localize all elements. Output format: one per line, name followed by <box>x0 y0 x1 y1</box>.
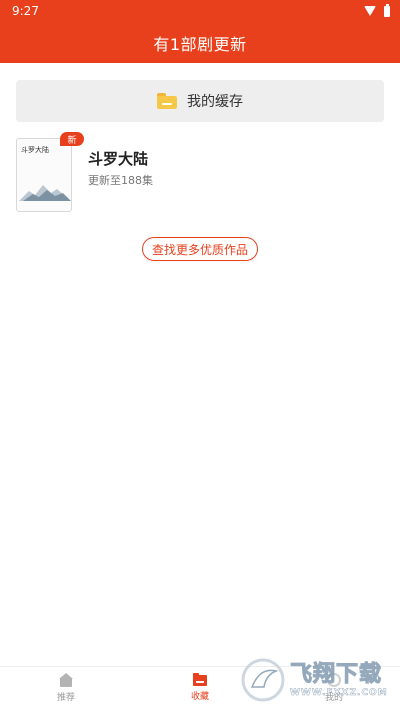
drama-update-status: 更新至188集 <box>88 174 153 187</box>
battery-icon <box>384 3 390 17</box>
new-badge: 新 <box>60 132 84 146</box>
my-cache-label: 我的缓存 <box>187 94 243 110</box>
mountain-landscape-icon <box>19 185 71 201</box>
watermark-text: 飞翔下载 WWW.FXXZ.COM <box>290 662 388 699</box>
home-icon <box>59 673 73 687</box>
wifi-icon <box>364 6 376 16</box>
status-icons <box>364 3 390 17</box>
site-watermark: 飞翔下载 WWW.FXXZ.COM <box>240 652 390 708</box>
nav-item-favorites[interactable]: 收藏 <box>160 673 240 711</box>
drama-title[interactable]: 斗罗大陆 <box>88 148 148 169</box>
find-more-button[interactable]: 查找更多优质作品 <box>142 237 258 261</box>
app-header: 9:27 有1部剧更新 <box>0 0 400 63</box>
nav-label-recommend: 推荐 <box>56 693 75 703</box>
status-time: 9:27 <box>12 4 39 18</box>
page-title: 有1部剧更新 <box>153 34 247 54</box>
nav-label-favorites: 收藏 <box>190 692 209 702</box>
folder-icon <box>193 673 207 686</box>
site-logo-icon <box>240 657 286 703</box>
nav-item-recommend[interactable]: 推荐 <box>26 673 106 711</box>
drama-cover[interactable]: 斗罗大陆 <box>16 138 72 212</box>
watermark-main: 飞翔下载 <box>290 662 383 688</box>
status-bar: 9:27 <box>0 0 400 22</box>
watermark-url: WWW.FXXZ.COM <box>290 688 388 699</box>
cover-title: 斗罗大陆 <box>21 146 49 154</box>
drama-list-item[interactable]: 斗罗大陆 新 斗罗大陆 更新至188集 <box>16 132 384 214</box>
folder-icon <box>157 93 177 109</box>
my-cache-button[interactable]: 我的缓存 <box>16 80 384 122</box>
